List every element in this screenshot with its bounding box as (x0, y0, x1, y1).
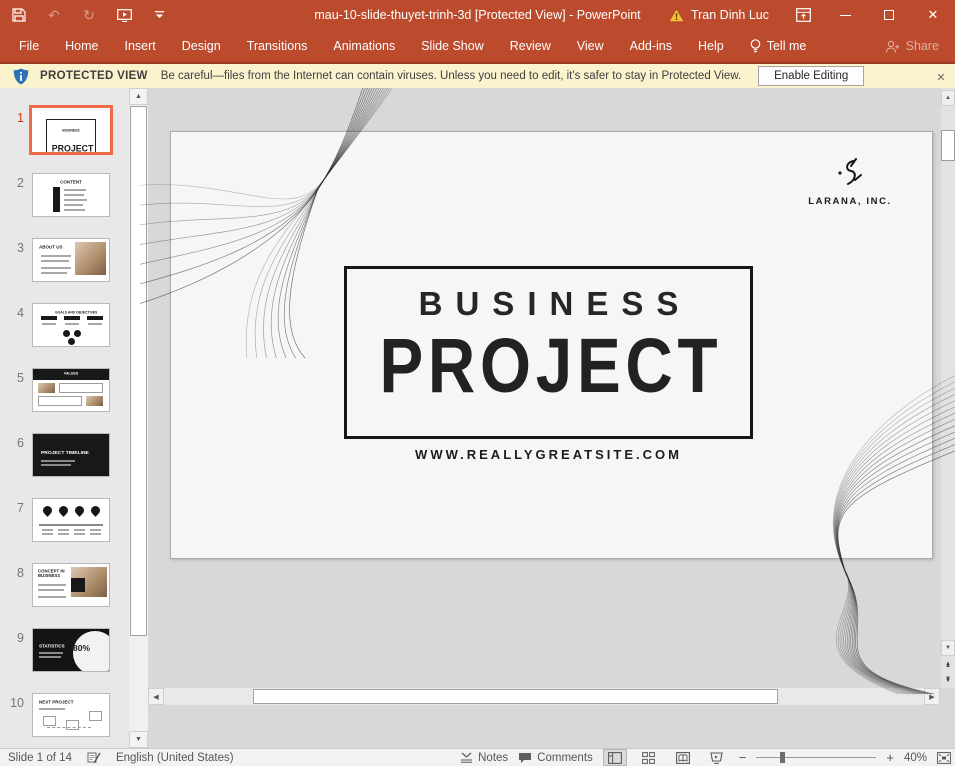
brand-name: LARANA, INC. (795, 196, 905, 207)
language-indicator[interactable]: English (United States) (116, 752, 234, 764)
view-slide-sorter-button[interactable] (637, 749, 661, 766)
notes-icon (460, 752, 473, 763)
scroll-up-icon[interactable]: ▲ (941, 90, 955, 106)
zoom-level[interactable]: 40% (904, 752, 927, 764)
window-title: mau-10-slide-thuyet-trinh-3d [Protected … (314, 0, 640, 30)
logo-mark-icon (835, 158, 865, 190)
slide-thumbnail-7[interactable] (32, 498, 110, 542)
lightbulb-icon (750, 39, 761, 54)
share-person-icon (885, 40, 900, 53)
next-slide-button[interactable]: ▼▼ (941, 672, 955, 688)
protected-view-message: Be careful—files from the Internet can c… (161, 70, 741, 82)
slide-thumbnail-2[interactable]: CONTENT (32, 173, 110, 217)
fit-slide-to-window-button[interactable] (937, 752, 951, 764)
title-bar: ↶ ↻ mau-10-slide-thuyet-trinh-3d [Protec… (0, 0, 955, 30)
slide-thumbnail-5[interactable]: VALUES (32, 368, 110, 412)
view-normal-button[interactable] (603, 749, 627, 766)
shield-info-icon (13, 68, 29, 85)
tab-home[interactable]: Home (52, 30, 111, 62)
thumb-number-8: 8 (6, 566, 24, 580)
slide-thumbnail-1[interactable]: BUSINESS PROJECT (29, 105, 113, 155)
thumbnail-scrollbar-thumb[interactable] (130, 106, 147, 636)
thumb-number-4: 4 (6, 306, 24, 320)
status-bar: Slide 1 of 14 English (United States) No… (0, 748, 955, 766)
save-icon[interactable] (10, 6, 28, 24)
customize-qat-icon[interactable] (150, 6, 168, 24)
thumbnail-scrollbar[interactable]: ▲ ▼ (129, 88, 148, 748)
thumb-number-1: 1 (6, 111, 24, 125)
tab-review[interactable]: Review (497, 30, 564, 62)
close-button[interactable]: ✕ (911, 0, 955, 30)
slide-thumbnail-10[interactable]: NEXT PROJECT (32, 693, 110, 737)
spell-check-icon[interactable] (87, 751, 101, 764)
slide-kicker: BUSINESS (347, 285, 750, 323)
thumb-number-7: 7 (6, 501, 24, 515)
slide-thumbnail-panel: 1 BUSINESS PROJECT 2 CONTENT 3 ABOUT US (0, 88, 129, 748)
previous-slide-button[interactable]: ▲▲ (941, 657, 955, 673)
vertical-scrollbar-thumb[interactable] (941, 130, 955, 161)
thumb-number-6: 6 (6, 436, 24, 450)
thumb-number-3: 3 (6, 241, 24, 255)
redo-icon: ↻ (80, 6, 98, 24)
thumbnail-scroll-up-icon[interactable]: ▲ (129, 88, 148, 105)
thumb-number-9: 9 (6, 631, 24, 645)
scroll-left-icon[interactable]: ◀ (148, 688, 164, 705)
slide-horizontal-scrollbar[interactable]: ◀ ▶ (148, 688, 940, 705)
protected-view-banner: PROTECTED VIEW Be careful—files from the… (0, 62, 955, 88)
minimize-button[interactable] (823, 0, 867, 30)
undo-icon: ↶ (45, 6, 63, 24)
tab-help[interactable]: Help (685, 30, 737, 62)
notes-button[interactable]: Notes (460, 752, 508, 764)
tab-view[interactable]: View (564, 30, 617, 62)
account-button[interactable]: Tran Dinh Luc (655, 8, 783, 22)
website-text[interactable]: WWW.REALLYGREATSITE.COM (344, 447, 753, 462)
slide-thumbnail-4[interactable]: GOALS AND OBJECTIVES (32, 303, 110, 347)
thumbnail-scroll-down-icon[interactable]: ▼ (129, 731, 148, 748)
tab-add-ins[interactable]: Add-ins (617, 30, 685, 62)
tell-me-button[interactable]: Tell me (737, 39, 820, 54)
protected-view-label: PROTECTED VIEW (40, 70, 148, 82)
slide-indicator[interactable]: Slide 1 of 14 (8, 752, 72, 764)
thumb-number-2: 2 (6, 176, 24, 190)
tab-slide-show[interactable]: Slide Show (408, 30, 497, 62)
ribbon-display-options-icon[interactable] (783, 0, 823, 30)
slide-title: PROJECT (357, 327, 740, 404)
share-button[interactable]: Share (885, 39, 939, 53)
comments-button[interactable]: Comments (518, 752, 593, 764)
ribbon-tab-bar: File Home Insert Design Transitions Anim… (0, 30, 955, 62)
title-box[interactable]: BUSINESS PROJECT (344, 266, 753, 439)
slide-thumbnail-9[interactable]: STATISTICS 80% (32, 628, 110, 672)
zoom-out-button[interactable]: − (739, 750, 747, 765)
tab-transitions[interactable]: Transitions (234, 30, 321, 62)
view-reading-button[interactable] (671, 749, 695, 766)
thumb-number-5: 5 (6, 371, 24, 385)
banner-close-icon[interactable]: ✕ (933, 69, 949, 85)
thumb-number-10: 10 (6, 696, 24, 710)
user-name: Tran Dinh Luc (691, 8, 769, 22)
maximize-button[interactable] (867, 0, 911, 30)
enable-editing-button[interactable]: Enable Editing (758, 66, 864, 86)
slide-thumbnail-3[interactable]: ABOUT US (32, 238, 110, 282)
comments-icon (518, 752, 532, 764)
tab-file[interactable]: File (6, 30, 52, 62)
zoom-in-button[interactable]: + (886, 750, 894, 765)
scroll-down-icon[interactable]: ▼ (941, 640, 955, 656)
view-slideshow-button[interactable] (705, 749, 729, 766)
zoom-slider[interactable] (756, 749, 876, 766)
start-slideshow-icon[interactable] (115, 6, 133, 24)
company-logo[interactable]: LARANA, INC. (795, 158, 905, 207)
zoom-slider-thumb[interactable] (780, 752, 785, 763)
slide-vertical-scrollbar[interactable]: ▲ ▼ ▲▲ ▼▼ (941, 88, 955, 688)
scroll-right-icon[interactable]: ▶ (924, 688, 940, 705)
tab-design[interactable]: Design (169, 30, 234, 62)
quick-access-toolbar: ↶ ↻ (10, 0, 168, 30)
slide-thumbnail-8[interactable]: CONCEPT IN BUSINESS (32, 563, 110, 607)
warning-icon (669, 9, 684, 22)
tab-animations[interactable]: Animations (320, 30, 408, 62)
horizontal-scrollbar-thumb[interactable] (253, 689, 778, 704)
tab-insert[interactable]: Insert (112, 30, 169, 62)
slide-thumbnail-6[interactable]: PROJECT TIMELINE (32, 433, 110, 477)
